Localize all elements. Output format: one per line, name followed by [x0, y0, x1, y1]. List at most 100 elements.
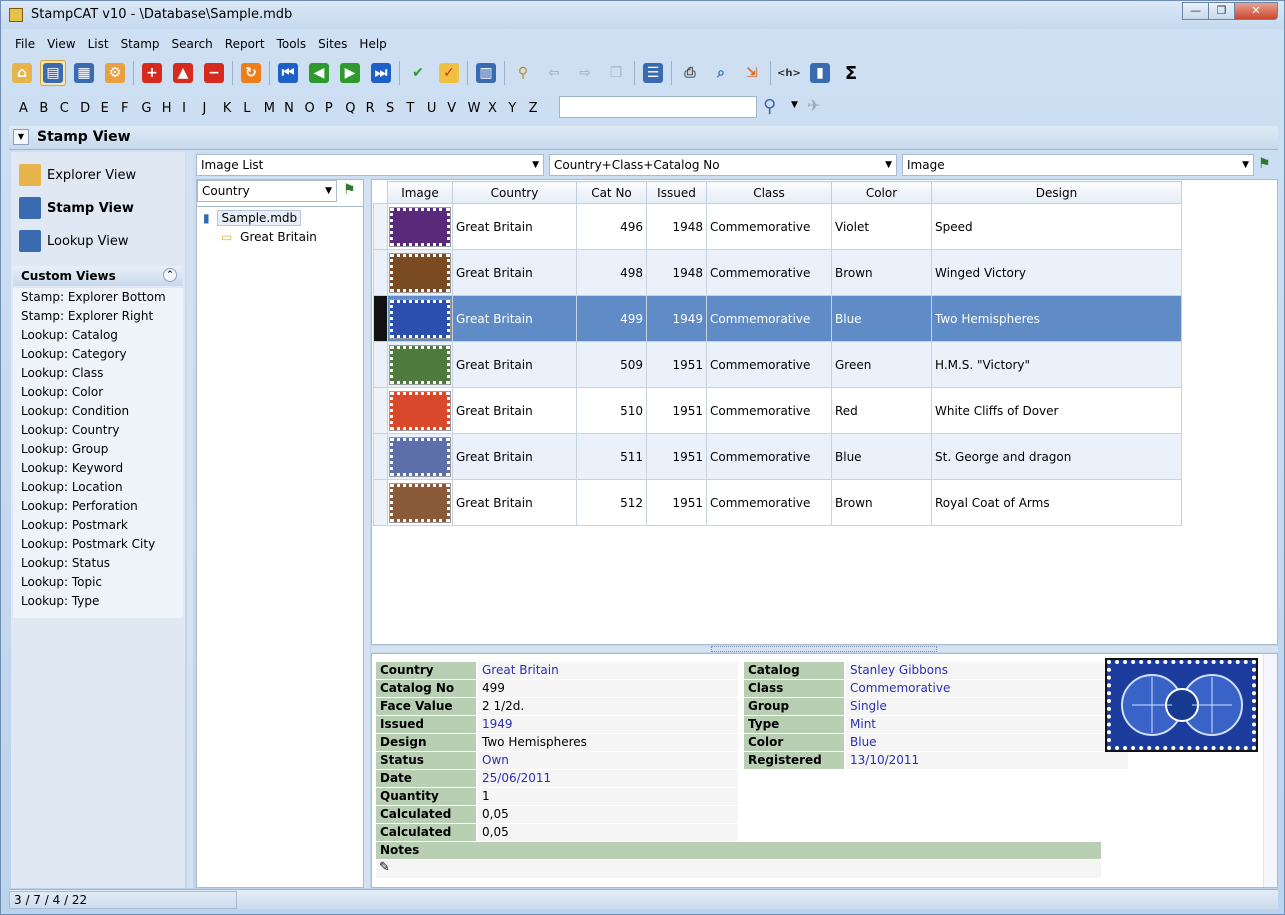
custom-view-item[interactable]: Lookup: Condition — [13, 402, 183, 421]
letter-filter-i[interactable]: I — [182, 101, 202, 116]
column-header-image[interactable]: Image — [387, 181, 453, 204]
print-icon[interactable]: ⎙ — [677, 60, 703, 86]
menu-search[interactable]: Search — [166, 34, 219, 54]
custom-view-item[interactable]: Lookup: Status — [13, 554, 183, 573]
collapse-icon[interactable]: ⌃ — [163, 268, 177, 282]
edit-notes-icon[interactable]: ✎ — [379, 860, 390, 875]
check-icon[interactable]: ✔ — [405, 60, 431, 86]
custom-view-item[interactable]: Lookup: Postmark City — [13, 535, 183, 554]
table-row[interactable]: Great Britain 496 1948 Commemorative Violet S… — [373, 203, 1182, 250]
tree-splitter[interactable] — [364, 179, 370, 888]
column-header-issued[interactable]: Issued — [646, 181, 707, 204]
column-header-country[interactable]: Country — [452, 181, 577, 204]
custom-view-item[interactable]: Lookup: Class — [13, 364, 183, 383]
table-row[interactable]: Great Britain 499 1949 Commemorative Blue Two… — [373, 295, 1182, 342]
menu-help[interactable]: Help — [353, 34, 392, 54]
letter-filter-c[interactable]: C — [60, 101, 80, 116]
export-icon[interactable]: ⇲ — [739, 60, 765, 86]
back-arrow-icon[interactable]: ⇦ — [541, 60, 567, 86]
custom-view-item[interactable]: Lookup: Topic — [13, 573, 183, 592]
column-header-design[interactable]: Design — [931, 181, 1182, 204]
detail-splitter[interactable] — [371, 646, 1278, 652]
letter-filter-s[interactable]: S — [386, 101, 406, 116]
letter-filter-q[interactable]: Q — [345, 101, 365, 116]
menu-file[interactable]: File — [9, 34, 41, 54]
chart-icon[interactable]: ▮ — [807, 60, 833, 86]
detail-value[interactable]: 25/06/2011 — [478, 770, 738, 787]
tree-filter-icon[interactable]: ⚑ — [343, 182, 356, 198]
custom-view-item[interactable]: Lookup: Group — [13, 440, 183, 459]
column-header-color[interactable]: Color — [831, 181, 932, 204]
custom-view-item[interactable]: Lookup: Category — [13, 345, 183, 364]
custom-view-item[interactable]: Lookup: Keyword — [13, 459, 183, 478]
columns-icon[interactable]: ▥ — [473, 60, 499, 86]
html-export-icon[interactable]: <h> — [776, 60, 802, 86]
edit-record-icon[interactable]: ▲ — [170, 60, 196, 86]
detail-value[interactable]: Own — [478, 752, 738, 769]
column-header-cat-no[interactable]: Cat No — [576, 181, 647, 204]
detail-value[interactable]: Stanley Gibbons — [846, 662, 1128, 679]
lookup-grid-icon[interactable]: ▦ — [71, 60, 97, 86]
forward-arrow-icon[interactable]: ⇨ — [572, 60, 598, 86]
letter-filter-k[interactable]: K — [223, 101, 243, 116]
detail-value[interactable]: Great Britain — [478, 662, 738, 679]
sum-icon[interactable]: Σ — [838, 60, 864, 86]
filter-icon[interactable]: ⚑ — [1258, 156, 1271, 172]
letter-filter-m[interactable]: M — [264, 101, 284, 116]
next-record-icon[interactable]: ▶ — [337, 60, 363, 86]
detail-value[interactable]: Commemorative — [846, 680, 1128, 697]
previous-record-icon[interactable]: ◀ — [306, 60, 332, 86]
custom-view-item[interactable]: Lookup: Country — [13, 421, 183, 440]
letter-filter-o[interactable]: O — [304, 101, 324, 116]
letter-filter-j[interactable]: J — [203, 101, 223, 116]
table-row[interactable]: Great Britain 498 1948 Commemorative Brown Wi… — [373, 249, 1182, 296]
custom-view-item[interactable]: Lookup: Postmark — [13, 516, 183, 535]
maximize-button[interactable]: ❐ — [1208, 2, 1234, 20]
custom-view-item[interactable]: Lookup: Catalog — [13, 326, 183, 345]
custom-view-item[interactable]: Lookup: Perforation — [13, 497, 183, 516]
letter-filter-a[interactable]: A — [19, 101, 39, 116]
clear-filter-icon[interactable]: ✈ — [807, 96, 820, 115]
nav-explorer-view[interactable]: Explorer View — [19, 162, 136, 188]
custom-views-header[interactable]: Custom Views ⌃ — [13, 266, 183, 286]
menu-view[interactable]: View — [41, 34, 81, 54]
table-row[interactable]: Great Britain 509 1951 Commemorative Green H.… — [373, 341, 1182, 388]
view-toggle-button[interactable]: ▼ — [13, 129, 29, 145]
report-icon[interactable]: ☰ — [640, 60, 666, 86]
custom-view-item[interactable]: Lookup: Type — [13, 592, 183, 611]
detail-scrollbar[interactable] — [1263, 654, 1277, 887]
letter-filter-b[interactable]: B — [39, 101, 59, 116]
chevron-down-icon[interactable]: ▼ — [791, 100, 798, 110]
notes-field[interactable]: ✎ — [376, 860, 1101, 878]
list-type-select[interactable]: Image List ▼ — [196, 154, 544, 176]
detail-value[interactable]: Blue — [846, 734, 1128, 751]
minimize-button[interactable]: — — [1182, 2, 1208, 20]
letter-filter-z[interactable]: Z — [529, 101, 549, 116]
letter-filter-w[interactable]: W — [468, 101, 488, 116]
detail-value[interactable]: 13/10/2011 — [846, 752, 1128, 769]
custom-view-item[interactable]: Lookup: Location — [13, 478, 183, 497]
windows-icon[interactable]: ❐ — [603, 60, 629, 86]
refresh-icon[interactable]: ↻ — [238, 60, 264, 86]
table-row[interactable]: Great Britain 510 1951 Commemorative Red Whit… — [373, 387, 1182, 434]
letter-filter-x[interactable]: X — [488, 101, 508, 116]
letter-filter-g[interactable]: G — [141, 101, 161, 116]
add-record-icon[interactable]: + — [139, 60, 165, 86]
table-row[interactable]: Great Britain 512 1951 Commemorative Brown Ro… — [373, 479, 1182, 526]
detail-value[interactable]: Single — [846, 698, 1128, 715]
letter-filter-r[interactable]: R — [366, 101, 386, 116]
table-row[interactable]: Great Britain 511 1951 Commemorative Blue St.… — [373, 433, 1182, 480]
menu-tools[interactable]: Tools — [271, 34, 313, 54]
menu-stamp[interactable]: Stamp — [115, 34, 166, 54]
checklist-icon[interactable]: ✓ — [436, 60, 462, 86]
close-button[interactable]: ✕ — [1234, 2, 1278, 20]
letter-filter-f[interactable]: F — [121, 101, 141, 116]
stamp-view-icon[interactable]: ▤ — [40, 60, 66, 86]
menu-report[interactable]: Report — [219, 34, 271, 54]
settings-gear-icon[interactable]: ⚙ — [102, 60, 128, 86]
detail-value[interactable]: 1949 — [478, 716, 738, 733]
letter-filter-t[interactable]: T — [406, 101, 426, 116]
first-record-icon[interactable]: ⏮ — [275, 60, 301, 86]
left-splitter[interactable] — [187, 152, 193, 888]
custom-view-item[interactable]: Stamp: Explorer Right — [13, 307, 183, 326]
